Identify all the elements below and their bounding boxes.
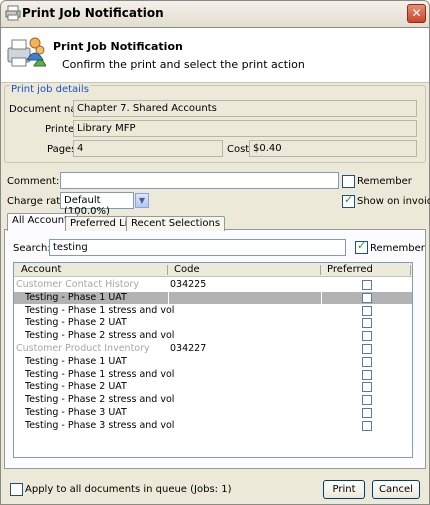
preferred-checkbox[interactable] xyxy=(362,382,372,392)
column-header-code[interactable]: Code xyxy=(174,263,200,277)
apply-all-checkbox[interactable] xyxy=(10,483,23,496)
row-cell-divider xyxy=(168,292,169,304)
cost-field: $0.40 xyxy=(249,140,417,157)
preferred-checkbox[interactable] xyxy=(362,370,372,380)
apply-all-label: Apply to all documents in queue (Jobs: 1… xyxy=(25,484,232,495)
account-code xyxy=(170,407,310,419)
account-code xyxy=(170,317,310,329)
preferred-checkbox[interactable] xyxy=(362,408,372,418)
print-job-details-legend: Print job details xyxy=(10,84,90,95)
column-header-preferred[interactable]: Preferred xyxy=(327,263,373,277)
printer-users-icon xyxy=(6,34,47,72)
chevron-down-icon[interactable]: ▼ xyxy=(135,193,149,208)
preferred-checkbox[interactable] xyxy=(362,344,372,354)
header-title: Print Job Notification xyxy=(53,40,183,53)
comment-label: Comment: xyxy=(7,176,60,187)
account-group-name: Customer Product Inventory xyxy=(16,343,150,354)
account-code xyxy=(170,330,310,342)
account-name: Testing - Phase 1 stress and volume xyxy=(25,305,175,316)
account-name: Testing - Phase 3 stress and volume xyxy=(25,420,175,431)
account-name: Testing - Phase 2 stress and volume xyxy=(25,330,175,341)
search-label: Search: xyxy=(13,243,51,254)
column-separator[interactable] xyxy=(410,265,411,275)
account-code xyxy=(170,292,310,304)
preferred-checkbox[interactable] xyxy=(362,357,372,367)
account-name: Testing - Phase 2 stress and volume xyxy=(25,394,175,405)
printer-field: Library MFP xyxy=(73,120,417,137)
comment-input[interactable] xyxy=(60,172,339,189)
account-name: Testing - Phase 1 UAT xyxy=(25,356,127,367)
account-code xyxy=(170,381,310,393)
document-name-field: Chapter 7. Shared Accounts xyxy=(73,100,417,117)
account-code xyxy=(170,394,310,406)
tab-recent-selections[interactable]: Recent Selections xyxy=(126,216,226,231)
row-cell-divider xyxy=(321,292,322,304)
pages-label: Pages xyxy=(47,144,77,155)
account-name: Testing - Phase 2 UAT xyxy=(25,381,127,392)
cancel-button[interactable]: Cancel xyxy=(372,480,420,499)
printer-icon xyxy=(5,5,21,21)
preferred-checkbox[interactable] xyxy=(362,318,372,328)
preferred-checkbox[interactable] xyxy=(362,395,372,405)
account-code: 034225 xyxy=(170,279,207,290)
header-subtitle: Confirm the print and select the print a… xyxy=(62,58,305,71)
comment-remember-label: Remember xyxy=(357,176,412,187)
account-code xyxy=(170,369,310,381)
search-remember-checkbox[interactable] xyxy=(355,239,368,254)
account-code: 034227 xyxy=(170,343,207,354)
account-name: Testing - Phase 2 UAT xyxy=(25,317,127,328)
account-name: Testing - Phase 1 stress and volume xyxy=(25,369,175,380)
charge-rate-select[interactable]: Default (100.0%) xyxy=(60,192,134,217)
show-on-invoice-checkbox[interactable] xyxy=(342,193,355,208)
preferred-checkbox[interactable] xyxy=(362,421,372,431)
account-group-name: Customer Contact History xyxy=(16,279,139,290)
window-title: Print Job Notification xyxy=(22,6,164,20)
comment-remember-checkbox[interactable] xyxy=(342,175,355,188)
preferred-checkbox[interactable] xyxy=(362,293,372,303)
close-button[interactable]: ✕ xyxy=(407,4,426,23)
column-separator[interactable] xyxy=(167,265,168,275)
preferred-checkbox[interactable] xyxy=(362,280,372,290)
print-button[interactable]: Print xyxy=(323,480,365,499)
account-code xyxy=(170,356,310,368)
account-code xyxy=(170,305,310,317)
show-on-invoice-label: Show on invoice xyxy=(357,196,430,207)
account-code xyxy=(170,420,310,432)
search-remember-label: Remember xyxy=(370,243,425,254)
pages-field: 4 xyxy=(73,140,223,157)
account-name: Testing - Phase 1 UAT xyxy=(25,292,127,303)
search-input[interactable]: testing xyxy=(49,239,346,256)
header-band xyxy=(1,28,429,83)
column-separator[interactable] xyxy=(320,265,321,275)
column-header-account[interactable]: Account xyxy=(21,263,61,277)
cost-label: Cost xyxy=(227,144,250,155)
preferred-checkbox[interactable] xyxy=(362,331,372,341)
account-name: Testing - Phase 3 UAT xyxy=(25,407,127,418)
preferred-checkbox[interactable] xyxy=(362,306,372,316)
